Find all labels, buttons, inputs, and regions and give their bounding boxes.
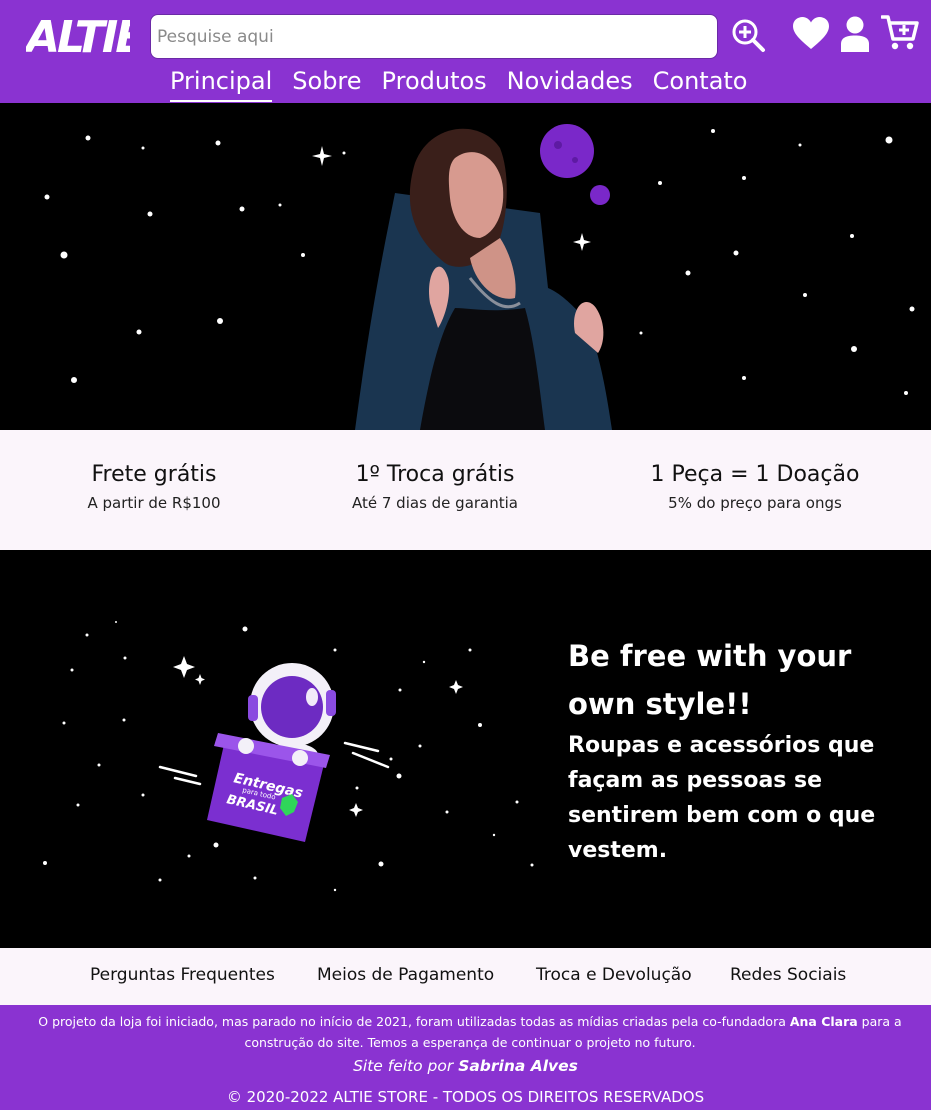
feature-title: Frete grátis — [91, 462, 217, 487]
footer-note-name: Ana Clara — [789, 1014, 858, 1029]
user-icon[interactable] — [840, 15, 870, 53]
cart-plus-icon[interactable] — [880, 14, 920, 52]
site-footer: O projeto da loja foi iniciado, mas para… — [0, 1005, 931, 1110]
feature-subtitle: Até 7 dias de garantia — [352, 494, 518, 512]
footer-link-redes[interactable]: Redes Sociais — [730, 965, 846, 985]
feature-troca: 1º Troca grátis Até 7 dias de garantia — [320, 462, 550, 512]
feature-doacao: 1 Peça = 1 Doação 5% do preço para ongs — [630, 462, 880, 512]
feature-subtitle: 5% do preço para ongs — [668, 494, 842, 512]
hero-image — [0, 103, 931, 430]
nav-item-novidades[interactable]: Novidades — [497, 64, 643, 100]
search-box — [150, 14, 718, 59]
search-plus-icon[interactable] — [728, 16, 768, 54]
footer-link-troca[interactable]: Troca e Devolução — [536, 965, 692, 985]
site-header: ALTIE Principal Sobre — [0, 0, 931, 103]
feature-subtitle: A partir de R$100 — [87, 494, 221, 512]
feature-frete: Frete grátis A partir de R$100 — [54, 462, 254, 512]
credit-name: Sabrina Alves — [458, 1057, 578, 1075]
hero-banner — [0, 103, 931, 430]
footer-link-faq[interactable]: Perguntas Frequentes — [90, 965, 275, 985]
nav-item-sobre[interactable]: Sobre — [282, 64, 371, 100]
footer-link-pagamento[interactable]: Meios de Pagamento — [317, 965, 494, 985]
heart-icon[interactable] — [792, 16, 830, 52]
nav-item-produtos[interactable]: Produtos — [372, 64, 497, 100]
footer-links: Perguntas Frequentes Meios de Pagamento … — [0, 948, 931, 1005]
promo-section: Entregas para todo BRASIL Be free with y… — [0, 550, 931, 948]
svg-text:ALTIE: ALTIE — [26, 12, 130, 58]
search-input[interactable] — [157, 15, 717, 58]
feature-title: 1º Troca grátis — [355, 462, 515, 487]
promo-text: Roupas e acessórios que façam as pessoas… — [568, 733, 876, 863]
features-bar: Frete grátis A partir de R$100 1º Troca … — [0, 430, 931, 550]
nav-item-contato[interactable]: Contato — [643, 64, 758, 100]
credit-prefix: Site feito por — [353, 1057, 459, 1075]
main-nav: Principal Sobre Produtos Novidades Conta… — [160, 64, 758, 102]
footer-note: O projeto da loja foi iniciado, mas para… — [20, 1011, 920, 1053]
nav-item-principal[interactable]: Principal — [160, 64, 282, 102]
footer-note-before: O projeto da loja foi iniciado, mas para… — [38, 1014, 790, 1029]
promo-title: Be free with your own style!! — [568, 639, 852, 721]
footer-copyright: © 2020-2022 ALTIE STORE - TODOS OS DIREI… — [226, 1088, 705, 1106]
footer-credit: Site feito por Sabrina Alves — [0, 1057, 931, 1075]
altie-logo[interactable]: ALTIE — [26, 8, 130, 58]
astronaut-illustration: Entregas para todo BRASIL — [43, 621, 534, 892]
feature-title: 1 Peça = 1 Doação — [650, 462, 860, 487]
